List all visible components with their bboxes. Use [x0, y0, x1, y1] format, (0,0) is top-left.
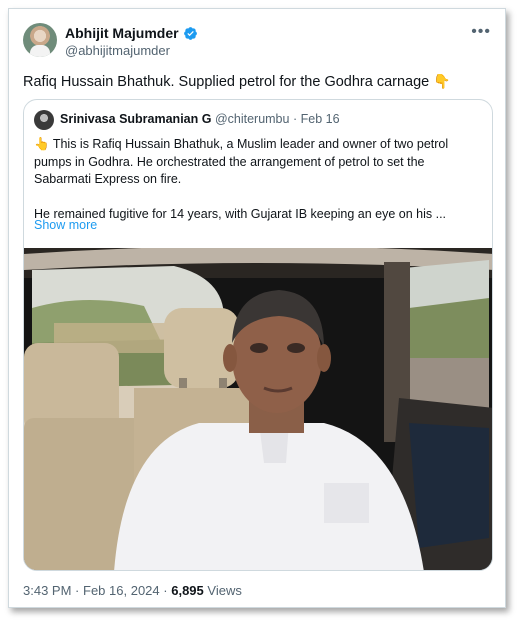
quote-paragraph-1: 👆 This is Rafiq Hussain Bhathuk, a Musli…	[34, 136, 484, 189]
meta-separator-2: ·	[163, 583, 168, 598]
quote-text: 👆 This is Rafiq Hussain Bhathuk, a Musli…	[34, 136, 484, 240]
quote-paragraph-1-text: This is Rafiq Hussain Bhathuk, a Muslim …	[34, 137, 449, 186]
quote-author-avatar[interactable]	[34, 110, 54, 130]
tweet-body: Rafiq Hussain Bhathuk. Supplied petrol f…	[23, 74, 430, 90]
author-name-row: Abhijit Majumder	[65, 25, 198, 41]
ellipsis-icon[interactable]: •••	[471, 23, 491, 41]
quote-media-photo[interactable]	[24, 248, 492, 570]
meta-separator: ·	[75, 583, 80, 598]
quoted-tweet[interactable]: Srinivasa Subramanian G @chiterumbu · Fe…	[23, 99, 493, 571]
tweet-meta: 3:43 PM · Feb 16, 2024 · 6,895 Views	[23, 583, 242, 598]
quote-header: Srinivasa Subramanian G @chiterumbu · Fe…	[60, 112, 340, 126]
car-interior-photo	[24, 248, 492, 570]
quote-author-handle[interactable]: @chiterumbu	[215, 112, 290, 126]
author-avatar[interactable]	[23, 23, 57, 57]
quote-date[interactable]: Feb 16	[301, 112, 340, 126]
author-handle[interactable]: @abhijitmajumder	[65, 43, 170, 58]
views-count[interactable]: 6,895	[171, 583, 204, 598]
verified-badge-icon	[183, 26, 197, 40]
pointing-up-emoji: 👆	[34, 137, 50, 151]
tweet-date[interactable]: Feb 16, 2024	[83, 583, 160, 598]
author-name[interactable]: Abhijit Majumder	[65, 25, 179, 41]
tweet-card: Abhijit Majumder @abhijitmajumder ••• Ra…	[8, 8, 506, 608]
tweet-text: Rafiq Hussain Bhathuk. Supplied petrol f…	[23, 71, 451, 92]
quote-author-name[interactable]: Srinivasa Subramanian G	[60, 112, 211, 126]
views-label: Views	[207, 583, 242, 598]
pointing-down-emoji: 👇	[433, 73, 451, 89]
show-more-link[interactable]: Show more	[34, 218, 97, 232]
tweet-time[interactable]: 3:43 PM	[23, 583, 71, 598]
quote-separator: ·	[292, 112, 298, 126]
quote-paragraph-2: He remained fugitive for 14 years, with …	[34, 206, 447, 221]
